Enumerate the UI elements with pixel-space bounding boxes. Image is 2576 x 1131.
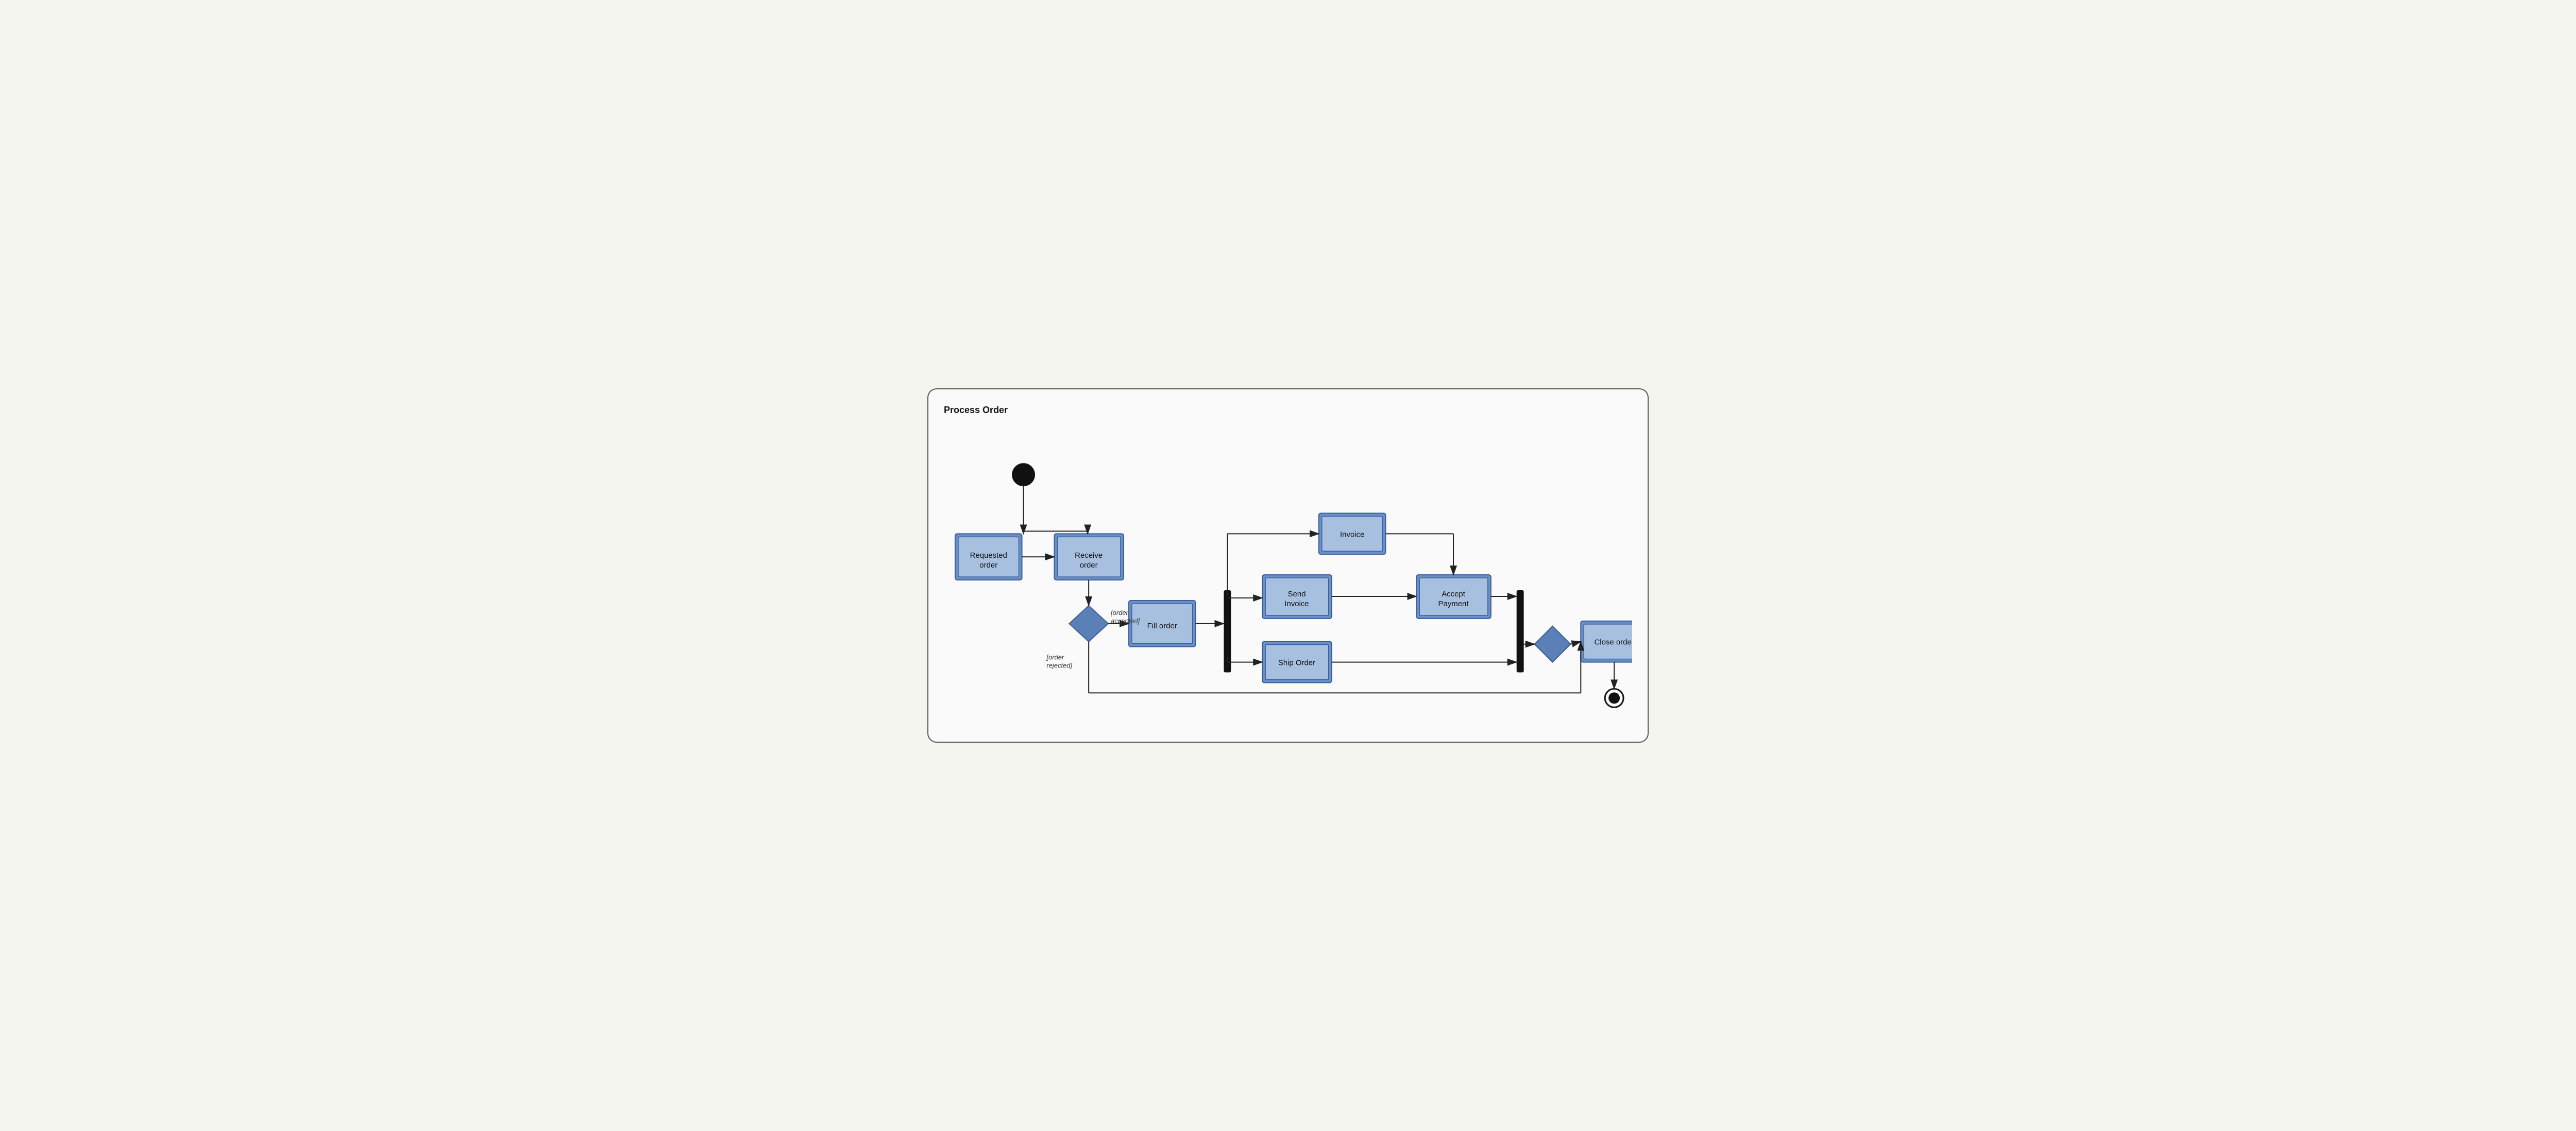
send-invoice-label: Send — [1288, 590, 1306, 598]
invoice-label: Invoice — [1340, 530, 1364, 539]
receive-order-label2: order — [1080, 561, 1098, 570]
join-diamond — [1535, 626, 1571, 662]
fill-order-label: Fill order — [1147, 622, 1177, 630]
accept-payment-label2: Payment — [1438, 599, 1469, 608]
diagram-container: Process Order Requested order Receive or… — [927, 388, 1649, 743]
end-node-inner — [1608, 692, 1620, 704]
guard-rejected-label2: rejected] — [1046, 661, 1072, 669]
ship-order-label: Ship Order — [1278, 658, 1315, 667]
accept-payment-label: Accept — [1442, 590, 1466, 598]
sync-bar-join — [1517, 590, 1524, 673]
arrow-join-to-close — [1570, 642, 1581, 644]
guard-accepted-label: [order — [1110, 609, 1129, 616]
guard-accepted-label2: accepted] — [1111, 617, 1140, 625]
receive-order-label: Receive — [1075, 551, 1103, 560]
requested-order-label: Requested — [970, 551, 1007, 560]
close-order-label: Close order — [1594, 638, 1632, 647]
diagram-title: Process Order — [944, 405, 1632, 416]
send-invoice-label2: Invoice — [1284, 599, 1309, 608]
guard-rejected-label: [order — [1046, 653, 1064, 661]
requested-order-label2: order — [979, 561, 997, 570]
start-node — [1012, 464, 1035, 486]
decision-diamond — [1069, 606, 1108, 642]
